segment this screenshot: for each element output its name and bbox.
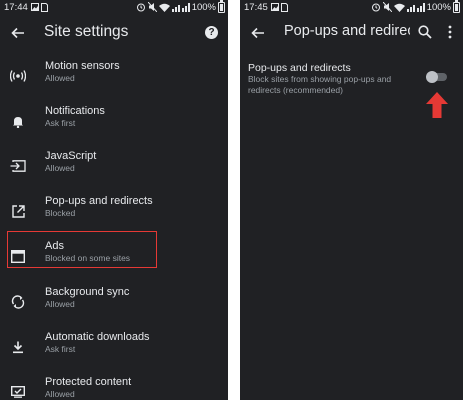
item-status: Blocked on some sites xyxy=(45,253,131,263)
protected-content-icon xyxy=(9,383,27,400)
app-bar: Site settings ? xyxy=(0,14,228,52)
open-in-new-icon xyxy=(9,202,27,220)
javascript-icon xyxy=(9,157,27,175)
photo-notification-icon xyxy=(30,3,39,11)
battery-icon xyxy=(453,0,460,13)
status-bar: 17:45 100% xyxy=(240,0,463,14)
more-options-icon[interactable] xyxy=(445,24,455,40)
page-title: Pop-ups and redirects xyxy=(284,23,410,39)
battery-percent: 100% xyxy=(426,1,451,13)
item-status: Ask first xyxy=(45,118,76,128)
item-label: Protected content xyxy=(45,376,132,388)
app-bar: Pop-ups and redirects xyxy=(240,14,463,52)
back-button[interactable] xyxy=(8,23,28,43)
site-settings-screen: 17:44 100% Site settings ? Motion sensor… xyxy=(0,0,228,400)
motion-sensors-icon xyxy=(9,67,27,85)
setting-label: Pop-ups and redirects xyxy=(248,62,351,74)
red-arrow-up-icon xyxy=(426,92,448,118)
item-status: Ask first xyxy=(45,344,76,354)
site-setting-motion-sensors[interactable]: Motion sensors Allowed xyxy=(0,54,228,99)
download-icon xyxy=(9,338,27,356)
search-icon[interactable] xyxy=(417,24,433,40)
item-status: Allowed xyxy=(45,389,75,399)
status-time: 17:45 xyxy=(244,1,268,13)
sim-notification-icon xyxy=(280,2,288,12)
popups-redirects-screen: 17:45 100% Pop-ups and redirects Pop-ups… xyxy=(240,0,463,400)
sim-notification-icon xyxy=(40,2,48,12)
toggle-thumb xyxy=(426,71,438,83)
status-bar: 17:44 100% xyxy=(0,0,228,14)
battery-icon xyxy=(218,0,225,13)
item-label: Notifications xyxy=(45,105,105,117)
alarm-icon xyxy=(371,3,380,12)
site-setting-background-sync[interactable]: Background sync Allowed xyxy=(0,280,228,325)
site-setting-protected-content[interactable]: Protected content Allowed xyxy=(0,370,228,400)
battery-percent: 100% xyxy=(191,1,216,13)
arrow-back-icon xyxy=(11,27,24,39)
mute-icon xyxy=(382,2,392,12)
item-status: Allowed xyxy=(45,163,75,173)
item-label: Background sync xyxy=(45,286,130,298)
help-icon[interactable]: ? xyxy=(205,26,218,39)
site-setting-ads[interactable]: Ads Blocked on some sites xyxy=(0,234,228,279)
wifi-icon xyxy=(393,3,405,12)
popups-toggle-switch[interactable] xyxy=(426,71,448,83)
site-setting-javascript[interactable]: JavaScript Allowed xyxy=(0,144,228,189)
site-setting-automatic-downloads[interactable]: Automatic downloads Ask first xyxy=(0,325,228,370)
popups-setting-row[interactable]: Pop-ups and redirects Block sites from s… xyxy=(248,62,448,102)
item-label: Pop-ups and redirects xyxy=(45,195,153,207)
ads-window-icon xyxy=(9,247,27,265)
mute-icon xyxy=(147,2,157,12)
alarm-icon xyxy=(136,3,145,12)
photo-notification-icon xyxy=(270,3,279,11)
site-setting-notifications[interactable]: Notifications Ask first xyxy=(0,99,228,144)
wifi-icon xyxy=(158,3,170,12)
status-time: 17:44 xyxy=(4,1,28,13)
bell-icon xyxy=(9,112,27,130)
item-label: JavaScript xyxy=(45,150,97,162)
item-status: Allowed xyxy=(45,299,75,309)
site-setting-popups[interactable]: Pop-ups and redirects Blocked xyxy=(0,189,228,234)
arrow-back-icon xyxy=(251,27,264,39)
page-title: Site settings xyxy=(44,23,129,40)
sync-icon xyxy=(9,293,27,311)
item-status: Allowed xyxy=(45,73,75,83)
item-status: Blocked xyxy=(45,208,76,218)
item-label: Ads xyxy=(45,240,64,252)
signal-icon xyxy=(171,2,190,12)
item-label: Automatic downloads xyxy=(45,331,150,343)
back-button[interactable] xyxy=(248,23,268,43)
item-label: Motion sensors xyxy=(45,60,120,72)
signal-icon xyxy=(406,2,425,12)
setting-description: Block sites from showing pop-ups and red… xyxy=(248,74,392,95)
